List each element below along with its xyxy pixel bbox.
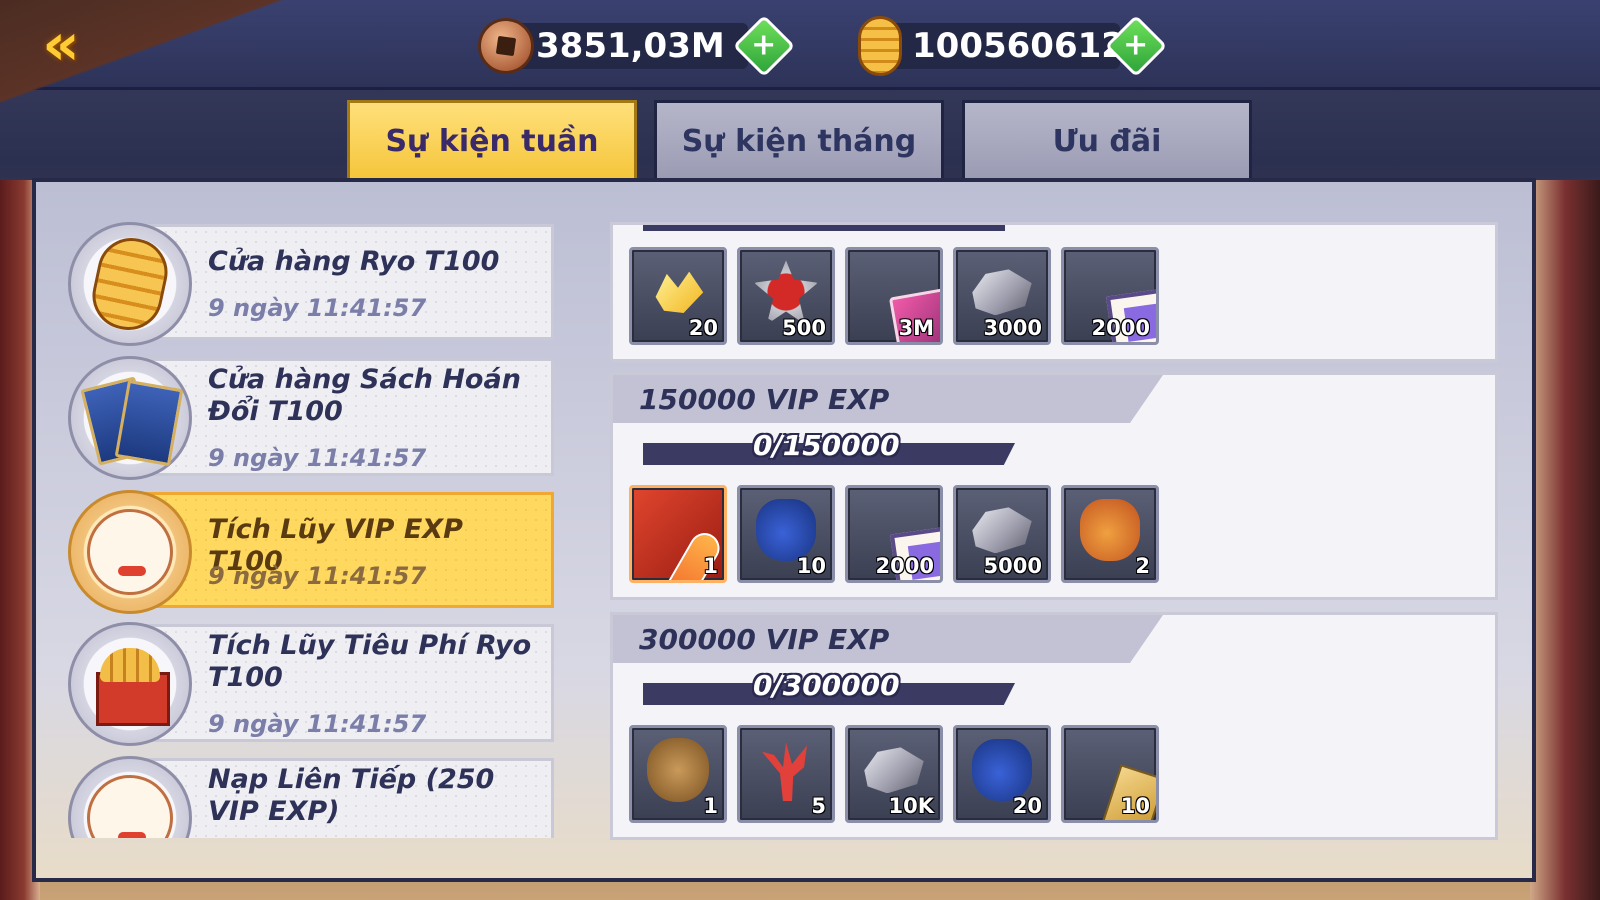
reward-quantity: 500 — [782, 316, 826, 340]
tier-title: 150000 VIP EXP — [639, 382, 890, 416]
ss-badge-icon[interactable]: 500 — [737, 247, 835, 345]
tab-label: Sự kiện tháng — [681, 124, 917, 159]
reward-quantity: 10 — [1120, 794, 1150, 818]
progress-text: 0/150000 — [753, 429, 900, 462]
reward-quantity: 1 — [703, 794, 718, 818]
copper-coin-icon — [478, 18, 534, 74]
purple-scroll-icon[interactable]: 2000 — [845, 485, 943, 583]
tab-label: Ưu đãi — [1052, 124, 1162, 159]
tab-monthly-events[interactable]: Sự kiện tháng — [654, 100, 944, 180]
reward-quantity: 2000 — [1091, 316, 1150, 340]
event-title: Cửa hàng Sách Hoán Đổi T100 — [208, 364, 521, 427]
red-coral-icon[interactable]: 5 — [737, 725, 835, 823]
silver-ore-icon[interactable]: 3000 — [953, 247, 1051, 345]
reward-tier-300000: 300000 VIP EXP 0/300000 1 5 10K 20 10 — [610, 612, 1498, 840]
event-item-ryo-shop[interactable]: Cửa hàng Ryo T100 9 ngày 11:41:57 — [68, 222, 554, 346]
event-timer: 9 ngày 11:41:57 — [208, 562, 427, 590]
tab-label: Sự kiện tuần — [385, 124, 599, 159]
gold-card-icon[interactable]: 10 — [1061, 725, 1159, 823]
tier-title: 300000 VIP EXP — [639, 622, 890, 656]
event-list[interactable]: Cửa hàng Ryo T100 9 ngày 11:41:57 Cửa hà… — [68, 222, 554, 838]
blue-books-icon — [68, 356, 192, 480]
reward-items-row: 1 5 10K 20 10 — [629, 725, 1159, 823]
event-item-book-exchange[interactable]: Cửa hàng Sách Hoán Đổi T100 9 ngày 11:41… — [68, 356, 554, 480]
tier-header: 300000 VIP EXP — [613, 615, 1163, 663]
ryo-gold-icon — [858, 16, 902, 76]
progress-text: 0/300000 — [753, 669, 900, 702]
copper-amount: 3851,03M — [536, 26, 725, 66]
reward-quantity: 10K — [888, 794, 935, 818]
reward-quantity: 3000 — [983, 316, 1042, 340]
silver-ore-icon[interactable]: 10K — [845, 725, 943, 823]
reward-quantity: 1 — [703, 554, 718, 578]
copper-currency: 3851,03M + — [478, 14, 796, 78]
blue-pouch-icon[interactable]: 10 — [737, 485, 835, 583]
reward-list[interactable]: 20 500 3M 3000 2000 150000 VIP EXP 0/150… — [610, 222, 1500, 842]
double-chevron-left-icon: « — [42, 10, 80, 78]
background-decoration-right — [1530, 180, 1600, 900]
ryo-box-icon — [68, 622, 192, 746]
treasure-sack-icon[interactable]: 1 — [629, 725, 727, 823]
event-timer: 9 ngày 11:41:57 — [208, 444, 427, 472]
reward-quantity: 5 — [811, 794, 826, 818]
progress-bar-remnant — [643, 225, 1005, 231]
tab-offers[interactable]: Ưu đãi — [962, 100, 1252, 180]
reward-tier: 20 500 3M 3000 2000 — [610, 222, 1498, 362]
tier-header: 150000 VIP EXP — [613, 375, 1163, 423]
gold-crystal-icon[interactable]: 20 — [629, 247, 727, 345]
event-item-vip-exp[interactable]: Tích Lũy VIP EXP T100 9 ngày 11:41:57 — [68, 490, 554, 614]
event-item-ryo-spending[interactable]: Tích Lũy Tiêu Phí Ryo T100 9 ngày 11:41:… — [68, 622, 554, 746]
event-timer: 9 ngày 11:41:57 — [208, 710, 427, 738]
reward-quantity: 3M — [898, 316, 934, 340]
reward-quantity: 20 — [688, 316, 718, 340]
red-gift-bag-icon[interactable]: 2 — [1061, 485, 1159, 583]
back-button[interactable]: « — [22, 14, 100, 74]
reward-quantity: 20 — [1012, 794, 1042, 818]
surfboard-icon[interactable]: 1 — [629, 485, 727, 583]
reward-quantity: 10 — [796, 554, 826, 578]
reward-quantity: 2000 — [875, 554, 934, 578]
reward-items-row: 20 500 3M 3000 2000 — [629, 247, 1159, 345]
silver-ore-icon[interactable]: 5000 — [953, 485, 1051, 583]
event-title: Nạp Liên Tiếp (250 VIP EXP) — [208, 764, 495, 827]
lucky-cat-icon — [68, 490, 192, 614]
event-item-consecutive-topup[interactable]: Nạp Liên Tiếp (250 VIP EXP) — [68, 756, 554, 838]
purple-scroll-icon[interactable]: 2000 — [1061, 247, 1159, 345]
tab-weekly-events[interactable]: Sự kiện tuần — [347, 100, 637, 180]
blue-pouch-icon[interactable]: 20 — [953, 725, 1051, 823]
skill-book-icon[interactable]: 3M — [845, 247, 943, 345]
ryo-currency: 100560612 + — [858, 14, 1168, 78]
event-timer: 9 ngày 11:41:57 — [208, 294, 427, 322]
event-title: Tích Lũy Tiêu Phí Ryo T100 — [208, 630, 532, 693]
reward-items-row: 1 10 2000 5000 2 — [629, 485, 1159, 583]
event-title: Cửa hàng Ryo T100 — [208, 246, 500, 277]
reward-tier-150000: 150000 VIP EXP 0/150000 1 10 2000 5000 2 — [610, 372, 1498, 600]
ryo-amount: 100560612 — [912, 26, 1125, 66]
reward-quantity: 5000 — [983, 554, 1042, 578]
reward-quantity: 2 — [1135, 554, 1150, 578]
ryo-coin-stack-icon — [68, 222, 192, 346]
